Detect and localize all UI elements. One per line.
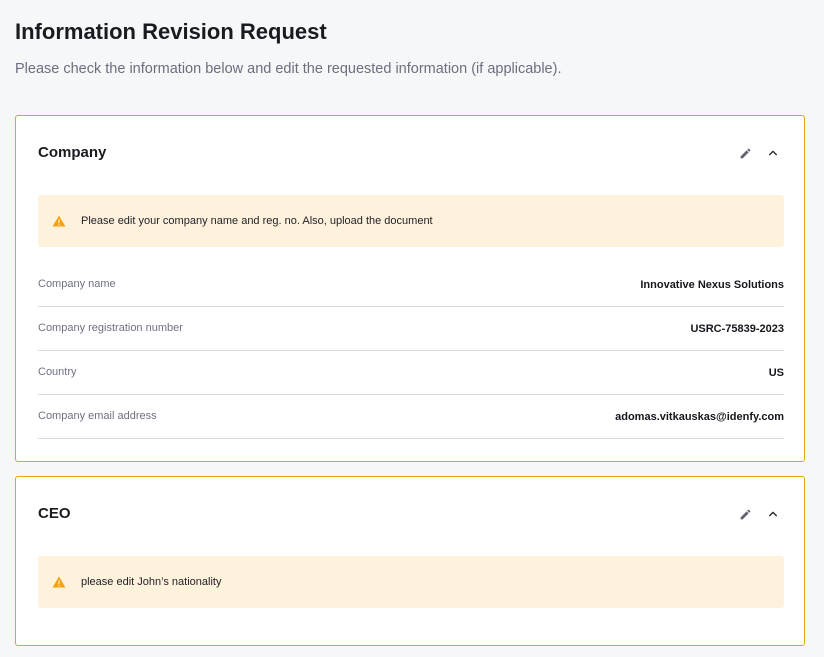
company-collapse-button[interactable] — [763, 143, 783, 163]
chevron-up-icon — [769, 511, 777, 517]
field-label: Company registration number — [38, 322, 183, 334]
company-edit-button[interactable] — [735, 143, 755, 163]
company-registration-row: Company registration number USRC-75839-2… — [38, 307, 784, 351]
ceo-edit-button[interactable] — [735, 504, 755, 524]
field-value: US — [768, 367, 784, 379]
ceo-alert-text: please edit John’s nationality — [81, 576, 222, 588]
field-value: Innovative Nexus Solutions — [640, 279, 784, 291]
revision-request-page: Information Revision Request Please chec… — [0, 0, 824, 657]
chevron-up-icon — [769, 150, 777, 156]
field-value: adomas.vitkauskas@idenfy.com — [615, 411, 784, 423]
page-subtitle: Please check the information below and e… — [15, 61, 562, 77]
ceo-section-title: CEO — [38, 505, 71, 522]
pencil-icon — [740, 148, 750, 158]
company-email-row: Company email address adomas.vitkauskas@… — [38, 395, 784, 439]
company-name-row: Company name Innovative Nexus Solutions — [38, 263, 784, 307]
field-label: Country — [38, 366, 77, 378]
field-value: USRC-75839-2023 — [690, 323, 784, 335]
company-fields: Company name Innovative Nexus Solutions … — [38, 263, 784, 439]
ceo-collapse-button[interactable] — [763, 504, 783, 524]
pencil-icon — [740, 509, 750, 519]
field-label: Company name — [38, 278, 116, 290]
company-alert-text: Please edit your company name and reg. n… — [81, 215, 433, 227]
ceo-section: CEO please edit John’s nationality — [15, 476, 805, 646]
company-section-title: Company — [38, 144, 107, 161]
warning-icon — [52, 576, 66, 588]
warning-icon — [52, 215, 66, 227]
company-alert: Please edit your company name and reg. n… — [38, 195, 784, 247]
company-section: Company Please edit your company name an… — [15, 115, 805, 462]
ceo-alert: please edit John’s nationality — [38, 556, 784, 608]
page-title: Information Revision Request — [15, 19, 327, 44]
field-label: Company email address — [38, 410, 157, 422]
company-country-row: Country US — [38, 351, 784, 395]
